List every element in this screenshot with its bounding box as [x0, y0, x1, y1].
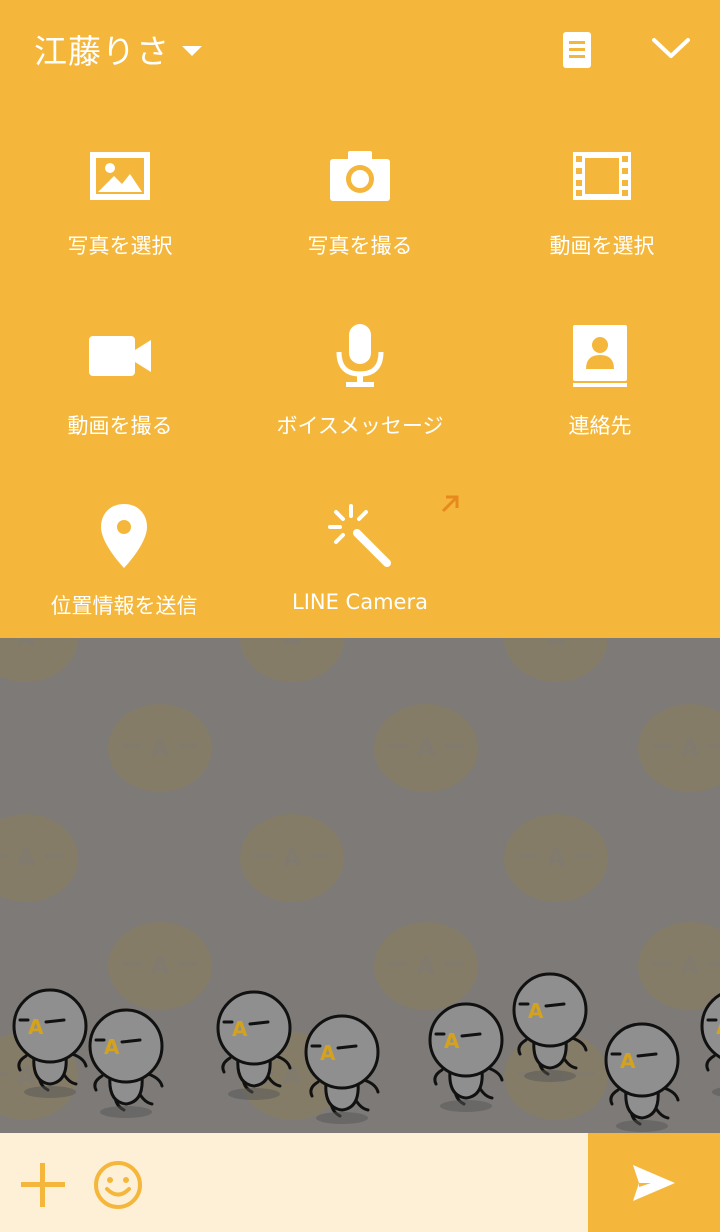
chat-background: A A	[0, 638, 720, 1133]
chevron-down-icon	[652, 38, 690, 58]
menu-item-label: 写真を選択	[67, 234, 173, 258]
camera-icon	[320, 136, 400, 216]
menu-item-voice-message[interactable]: ボイスメッセージ	[240, 316, 480, 476]
note-button[interactable]	[556, 30, 598, 70]
send-button[interactable]	[588, 1133, 720, 1232]
menu-item-label: 写真を撮る	[307, 234, 413, 258]
chat-title: 江藤りさ	[34, 32, 170, 71]
menu-item-record-video[interactable]: 動画を撮る	[0, 316, 240, 476]
video-camera-icon	[80, 316, 160, 396]
photo-icon	[80, 136, 160, 216]
magic-wand-icon	[320, 496, 400, 576]
chat-wallpaper: A A	[0, 638, 720, 1133]
external-arrow-icon	[441, 495, 459, 513]
send-arrow-icon	[633, 1164, 675, 1201]
smiley-icon[interactable]	[92, 1159, 144, 1211]
microphone-icon	[320, 316, 400, 396]
film-icon	[562, 136, 642, 216]
chat-title-dropdown[interactable]: 江藤りさ	[34, 24, 202, 74]
menu-item-select-video[interactable]: 動画を選択	[482, 136, 720, 296]
caret-down-icon	[182, 46, 202, 56]
menu-item-contact[interactable]: 連絡先	[480, 316, 720, 476]
menu-item-label: ボイスメッセージ	[276, 414, 444, 438]
menu-item-send-location[interactable]: 位置情報を送信	[4, 496, 244, 656]
plus-icon[interactable]	[19, 1161, 67, 1209]
menu-item-label: 連絡先	[568, 414, 632, 438]
note-icon	[563, 32, 591, 68]
attachment-panel: 江藤りさ 写真を選択 写真を撮る 動画を選択 動画を撮る ボイスメッセージ 連絡…	[0, 0, 720, 638]
close-panel-button[interactable]	[648, 30, 694, 70]
message-input-bar	[0, 1133, 720, 1232]
menu-item-label: LINE Camera	[292, 590, 428, 614]
menu-item-select-photo[interactable]: 写真を選択	[0, 136, 240, 296]
menu-item-take-photo[interactable]: 写真を撮る	[240, 136, 480, 296]
contact-book-icon	[560, 316, 640, 396]
menu-item-line-camera[interactable]: LINE Camera	[240, 495, 480, 656]
menu-item-label: 動画を選択	[549, 234, 655, 258]
menu-item-label: 位置情報を送信	[50, 594, 198, 618]
location-pin-icon	[84, 496, 164, 576]
menu-item-label: 動画を撮る	[67, 414, 173, 438]
panel-header: 江藤りさ	[0, 0, 720, 96]
